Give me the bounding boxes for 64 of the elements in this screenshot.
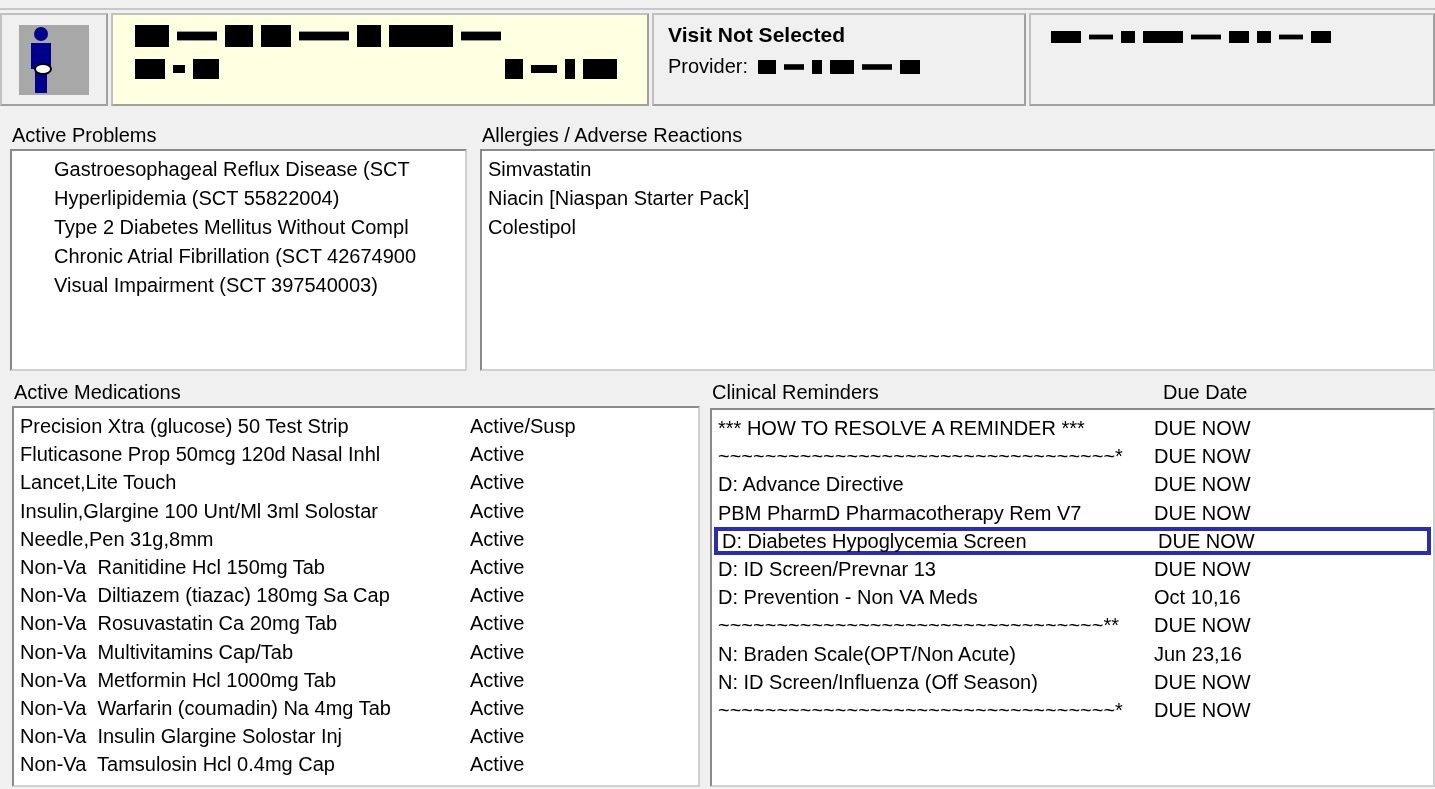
medication-name[interactable]: Fluticasone Prop 50mcg 120d Nasal Inhl <box>20 440 470 469</box>
medication-name[interactable]: Needle,Pen 31g,8mm <box>20 524 470 553</box>
medication-name[interactable]: Non-Va Metformin Hcl 1000mg Tab <box>20 665 470 694</box>
reminder-name[interactable]: *** HOW TO RESOLVE A REMINDER *** <box>718 414 1154 443</box>
patient-icon[interactable] <box>19 24 89 95</box>
due-date: DUE NOW <box>1154 500 1251 526</box>
medication-name[interactable]: Non-Va Tamsulosin Hcl 0.4mg Cap <box>20 750 470 779</box>
due-date: DUE NOW <box>1154 613 1251 639</box>
allergy-item[interactable]: Simvastatin <box>488 155 1427 184</box>
medication-name[interactable]: Non-Va Multivitamins Cap/Tab <box>20 637 470 666</box>
section-title: Active Medications <box>14 381 182 404</box>
problem-item[interactable]: Hyperlipidemia (SCT 55822004) <box>18 184 459 213</box>
allergy-item[interactable]: Colestipol <box>488 213 1427 242</box>
section-title: Active Problems <box>12 124 158 147</box>
medication-status: Active <box>470 752 525 778</box>
medication-status: Active <box>470 470 525 496</box>
medication-name[interactable]: Precision Xtra (glucose) 50 Test Strip <box>20 412 470 441</box>
due-date: Oct 10,16 <box>1154 585 1241 611</box>
column-header: Due Date <box>1163 381 1249 405</box>
medication-name[interactable]: Lancet,Lite Touch <box>20 468 470 497</box>
medication-status: Active <box>470 442 525 468</box>
reminder-name[interactable]: PBM PharmD Pharmacotherapy Rem V7 <box>718 498 1154 527</box>
problem-item[interactable]: Type 2 Diabetes Mellitus Without Compl <box>18 213 459 242</box>
medication-status: Active <box>470 667 525 693</box>
reminder-name[interactable]: ~~~~~~~~~~~~~~~~~~~~~~~~~~~~~~~~~~* <box>718 695 1154 725</box>
provider-label: Provider: <box>668 55 749 78</box>
visit-status: Visit Not Selected <box>668 23 846 47</box>
reminder-name[interactable]: D: ID Screen/Prevnar 13 <box>718 554 1154 584</box>
due-date: Jun 23,16 <box>1154 641 1242 667</box>
section-title: Allergies / Adverse Reactions <box>482 124 744 147</box>
medication-name[interactable]: Non-Va Diltiazem (tiazac) 180mg Sa Cap <box>20 581 470 610</box>
reminder-name[interactable]: N: ID Screen/Influenza (Off Season) <box>718 667 1154 696</box>
allergy-item[interactable]: Niacin [Niaspan Starter Pack] <box>488 184 1427 213</box>
medication-status: Active <box>470 554 525 580</box>
problem-item[interactable]: Gastroesophageal Reflux Disease (SCT <box>18 155 459 184</box>
reminder-name[interactable]: D: Diabetes Hypoglycemia Screen <box>722 530 1158 551</box>
due-date: DUE NOW <box>1154 444 1251 470</box>
due-date: DUE NOW <box>1154 472 1251 498</box>
reminder-name[interactable]: D: Advance Directive <box>718 470 1154 499</box>
medication-status: Active/Susp <box>470 414 576 439</box>
medication-name[interactable]: Non-Va Warfarin (coumadin) Na 4mg Tab <box>20 693 470 723</box>
medication-status: Active <box>470 724 525 750</box>
reminder-name[interactable]: N: Braden Scale(OPT/Non Acute) <box>718 639 1154 668</box>
medication-name[interactable]: Insulin,Glargine 100 Unt/Ml 3ml Solostar <box>20 496 470 525</box>
medication-status: Active <box>470 611 525 637</box>
medication-status: Active <box>470 583 525 609</box>
due-date: DUE NOW <box>1154 669 1251 695</box>
due-date: DUE NOW <box>1154 556 1251 582</box>
due-date: DUE NOW <box>1154 416 1251 441</box>
due-date: DUE NOW <box>1158 530 1255 551</box>
section-title: Clinical Reminders <box>712 381 879 404</box>
medication-status: Active <box>470 695 525 721</box>
reminder-name[interactable]: D: Prevention - Non VA Meds <box>718 583 1154 612</box>
medication-status: Active <box>470 639 525 665</box>
due-date: DUE NOW <box>1154 697 1251 723</box>
problem-item[interactable]: Visual Impairment (SCT 397540003) <box>18 271 459 300</box>
medication-status: Active <box>470 498 525 524</box>
medication-name[interactable]: Non-Va Insulin Glargine Solostar Inj <box>20 722 470 751</box>
medication-status: Active <box>470 526 525 552</box>
reminder-name[interactable]: ~~~~~~~~~~~~~~~~~~~~~~~~~~~~~~~~~** <box>718 611 1154 640</box>
medication-name[interactable]: Non-Va Rosuvastatin Ca 20mg Tab <box>20 609 470 638</box>
reminder-name[interactable]: ~~~~~~~~~~~~~~~~~~~~~~~~~~~~~~~~~~* <box>718 442 1154 471</box>
medication-name[interactable]: Non-Va Ranitidine Hcl 150mg Tab <box>20 552 470 582</box>
problem-item[interactable]: Chronic Atrial Fibrillation (SCT 42674900 <box>18 242 459 271</box>
